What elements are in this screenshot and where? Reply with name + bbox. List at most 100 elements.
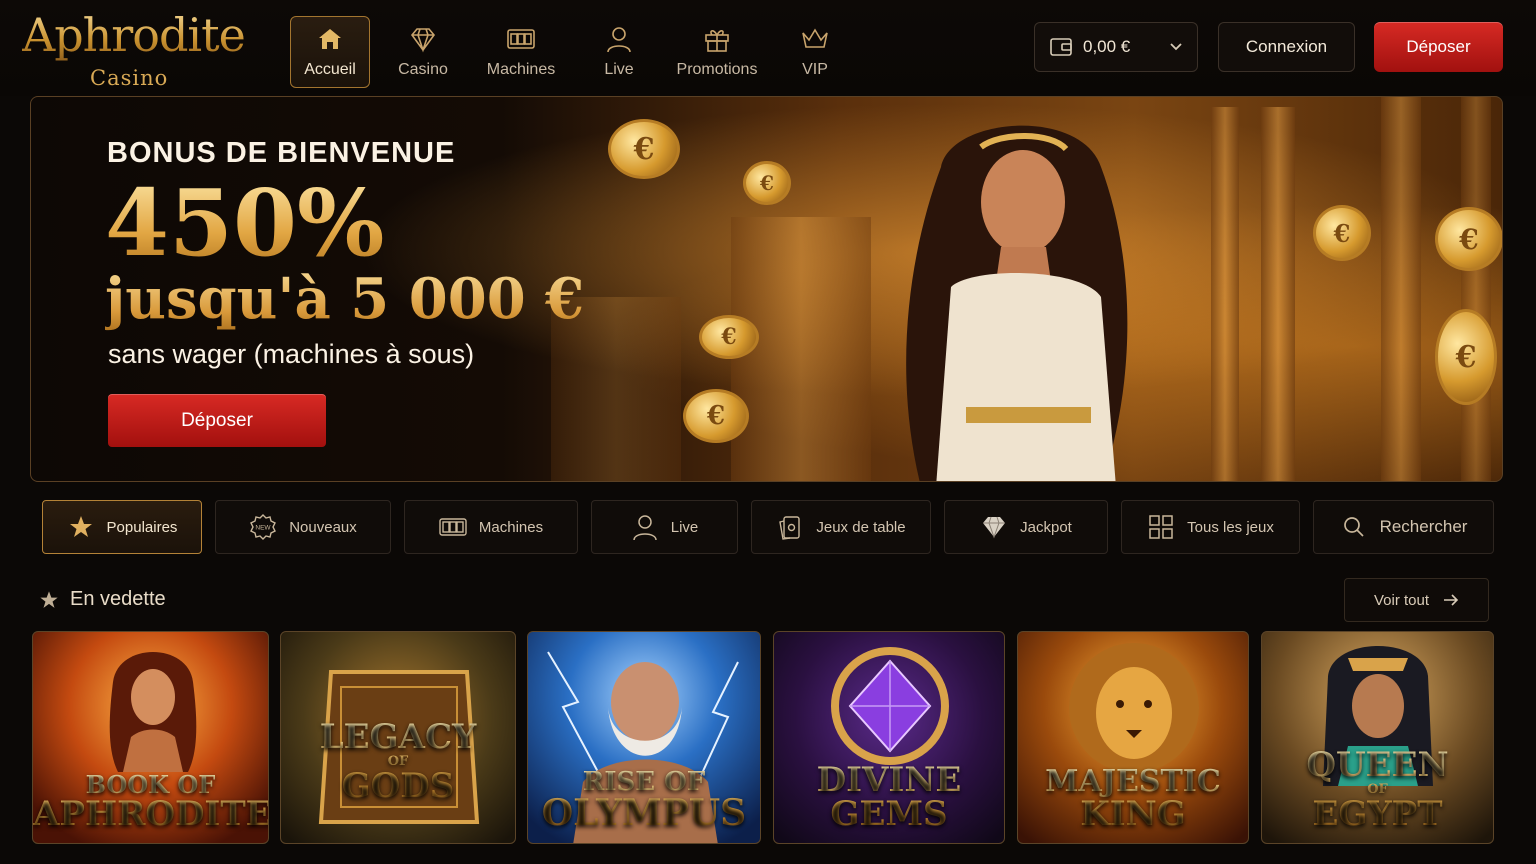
- nav-label: Machines: [486, 61, 556, 78]
- brand-logo[interactable]: Aphrodite Casino: [22, 8, 246, 90]
- game-art: [1069, 643, 1199, 773]
- game-title-line2: GEMS: [830, 794, 948, 834]
- temple-column: [1381, 97, 1421, 481]
- category-label: Machines: [478, 518, 544, 536]
- category-label: Populaires: [106, 518, 178, 536]
- category-machines[interactable]: Machines: [404, 500, 578, 554]
- coin-decoration: €: [1435, 309, 1497, 405]
- category-label: Nouveaux: [289, 518, 357, 536]
- nav-item-home[interactable]: Accueil: [290, 16, 370, 88]
- nav-item-live[interactable]: Live: [570, 16, 668, 88]
- login-button[interactable]: Connexion: [1218, 22, 1355, 72]
- game-title: QUEEN OF EGYPT: [1262, 748, 1493, 831]
- nav-item-vip[interactable]: VIP: [766, 16, 864, 88]
- coin-symbol: €: [633, 131, 655, 167]
- slot-machine-icon: [507, 29, 535, 49]
- goddess-illustration: [906, 125, 1128, 481]
- user-icon: [632, 515, 657, 541]
- game-tile-divine-gems[interactable]: DIVINE GEMS: [773, 631, 1005, 844]
- category-label: Jackpot: [1020, 518, 1072, 536]
- slot-machine-icon: [439, 518, 467, 536]
- category-table-games[interactable]: Jeux de table: [751, 500, 931, 554]
- brand-subtitle: Casino: [90, 66, 169, 90]
- top-header: Aphrodite Casino Accueil Casino Machines…: [0, 0, 1536, 96]
- game-title-line2: OLYMPUS: [541, 792, 747, 834]
- nav-item-casino[interactable]: Casino: [374, 16, 472, 88]
- nav-label: Promotions: [676, 61, 758, 78]
- hero-deposit-button[interactable]: Déposer: [108, 394, 326, 447]
- brand-name: Aphrodite: [22, 8, 246, 62]
- game-tile-legacy-of-gods[interactable]: LEGACY OF GODS: [280, 631, 516, 844]
- game-art: [831, 647, 949, 765]
- nav-label: Live: [604, 61, 634, 78]
- see-all-label: Voir tout: [1373, 591, 1430, 609]
- hero-note: sans wager (machines à sous): [108, 339, 475, 369]
- wallet-balance-dropdown[interactable]: 0,00 €: [1034, 22, 1198, 72]
- category-all-games[interactable]: Tous les jeux: [1121, 500, 1300, 554]
- game-tile-book-of-aphrodite[interactable]: BOOK OF APHRODITE: [32, 631, 269, 844]
- welcome-bonus-banner[interactable]: € € € € € € € BONUS DE BIENVENUE 450% ju…: [30, 96, 1503, 482]
- coin-symbol: €: [1459, 222, 1479, 256]
- coin-decoration: €: [1435, 207, 1502, 271]
- coin-symbol: €: [760, 171, 774, 195]
- category-live[interactable]: Live: [591, 500, 738, 554]
- search-icon: [1343, 517, 1364, 537]
- featured-title-text: En vedette: [70, 588, 166, 610]
- coin-decoration: €: [1313, 205, 1371, 261]
- deposit-button[interactable]: Déposer: [1374, 22, 1503, 72]
- game-art: [109, 652, 197, 772]
- svg-text:NEW: NEW: [256, 525, 272, 532]
- diamond-icon: [983, 516, 1006, 539]
- category-jackpot[interactable]: Jackpot: [944, 500, 1108, 554]
- balance-amount: 0,00 €: [1083, 37, 1131, 56]
- coin-symbol: €: [721, 324, 737, 350]
- nav-item-machines[interactable]: Machines: [472, 16, 570, 88]
- coin-decoration: €: [683, 389, 749, 443]
- home-icon: [319, 29, 341, 49]
- game-title-line2: GODS: [341, 766, 455, 806]
- gift-icon: [705, 30, 729, 52]
- coin-decoration: €: [608, 119, 680, 179]
- category-label: Live: [670, 518, 699, 536]
- game-title: MAJESTIC KING: [1018, 764, 1248, 834]
- coin-symbol: €: [706, 401, 726, 431]
- hero-percent: 450%: [105, 169, 385, 277]
- game-title: BOOK OF APHRODITE: [33, 773, 268, 832]
- wallet-icon: [1050, 38, 1072, 56]
- hero-upto-amount: jusqu'à 5 000 €: [105, 266, 585, 332]
- star-icon: [69, 516, 92, 537]
- user-icon: [607, 27, 631, 53]
- see-all-button[interactable]: Voir tout: [1344, 578, 1489, 622]
- game-title-line1: QUEEN: [1306, 745, 1449, 785]
- game-title-line1: LEGACY: [319, 717, 477, 757]
- search-button[interactable]: Rechercher: [1313, 500, 1494, 554]
- game-title-line2: KING: [1080, 794, 1186, 834]
- coin-decoration: €: [743, 161, 791, 205]
- game-tile-rise-of-olympus[interactable]: RISE OF OLYMPUS: [527, 631, 761, 844]
- game-title-line2: EGYPT: [1312, 794, 1443, 834]
- game-title: DIVINE GEMS: [774, 763, 1004, 831]
- search-label: Rechercher: [1379, 517, 1468, 536]
- grid-icon: [1149, 515, 1173, 539]
- category-label: Tous les jeux: [1187, 518, 1274, 536]
- game-title: RISE OF OLYMPUS: [528, 769, 760, 831]
- star-icon: [40, 590, 58, 608]
- cards-icon: [779, 516, 801, 540]
- crown-icon: [802, 28, 828, 48]
- nav-label: VIP: [802, 61, 828, 78]
- category-popular[interactable]: Populaires: [42, 500, 202, 554]
- arrow-right-icon: [1444, 594, 1459, 606]
- temple-column: [1211, 107, 1239, 481]
- coin-symbol: €: [1455, 339, 1477, 375]
- game-title-line1: MAJESTIC: [1045, 764, 1221, 799]
- nav-item-promotions[interactable]: Promotions: [668, 16, 766, 88]
- game-tile-majestic-king[interactable]: MAJESTIC KING: [1017, 631, 1249, 844]
- page-bottom-edge: [0, 856, 1536, 864]
- temple-column: [1261, 107, 1295, 481]
- nav-label: Casino: [398, 61, 448, 78]
- category-new[interactable]: NEW Nouveaux: [215, 500, 391, 554]
- hero-subtitle: BONUS DE BIENVENUE: [107, 137, 456, 169]
- game-tile-queen-of-egypt[interactable]: QUEEN OF EGYPT: [1261, 631, 1494, 844]
- main-nav: Accueil Casino Machines Live Promotions …: [290, 16, 864, 88]
- featured-section-title: En vedette: [38, 588, 166, 611]
